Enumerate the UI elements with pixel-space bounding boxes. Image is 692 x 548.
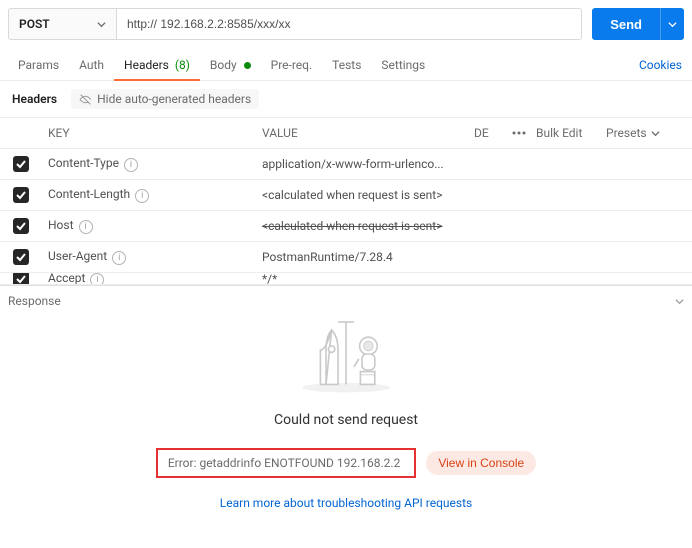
row-checkbox[interactable] xyxy=(0,156,42,172)
col-key-header: KEY xyxy=(42,126,256,140)
tab-settings[interactable]: Settings xyxy=(371,50,435,80)
tab-headers-label: Headers xyxy=(124,58,169,72)
row-key[interactable]: Content-Typei xyxy=(42,156,256,172)
learn-more-link[interactable]: Learn more about troubleshooting API req… xyxy=(8,496,684,510)
col-value-header: VALUE xyxy=(256,126,470,140)
view-in-console-button[interactable]: View in Console xyxy=(426,451,536,475)
headers-subtitle: Headers xyxy=(12,92,57,106)
row-key[interactable]: Hosti xyxy=(42,218,256,234)
row-key[interactable]: User-Agenti xyxy=(42,249,256,265)
row-checkbox[interactable] xyxy=(0,273,42,285)
http-method-label: POST xyxy=(19,17,50,31)
send-button-group: Send xyxy=(592,8,684,40)
hide-autogen-label: Hide auto-generated headers xyxy=(97,92,251,106)
chevron-down-icon[interactable] xyxy=(675,297,684,306)
presets-button[interactable]: Presets xyxy=(600,126,692,140)
row-key[interactable]: Content-Lengthi xyxy=(42,187,256,203)
row-value[interactable]: <calculated when request is sent> xyxy=(256,188,470,202)
response-header: Response xyxy=(8,292,684,314)
row-value[interactable]: */* xyxy=(256,273,470,285)
send-button[interactable]: Send xyxy=(592,8,660,40)
checkbox-checked-icon xyxy=(13,156,29,172)
response-title: Could not send request xyxy=(8,412,684,428)
eye-off-icon xyxy=(79,93,92,106)
chevron-down-icon xyxy=(97,20,106,29)
cookies-link[interactable]: Cookies xyxy=(637,50,684,80)
headers-table: KEY VALUE DE Bulk Edit Presets Content-T… xyxy=(0,117,692,285)
checkbox-checked-icon xyxy=(13,218,29,234)
row-key[interactable]: Accepti xyxy=(42,273,256,285)
table-row: Content-Typei application/x-www-form-url… xyxy=(0,149,692,180)
request-tabs: Params Auth Headers (8) Body Pre-req. Te… xyxy=(0,44,692,81)
headers-table-head: KEY VALUE DE Bulk Edit Presets xyxy=(0,118,692,149)
tab-body[interactable]: Body xyxy=(200,50,261,80)
response-error-box: Error: getaddrinfo ENOTFOUND 192.168.2.2 xyxy=(156,448,417,478)
row-checkbox[interactable] xyxy=(0,187,42,203)
row-checkbox[interactable] xyxy=(0,249,42,265)
row-value[interactable]: PostmanRuntime/7.28.4 xyxy=(256,250,470,264)
info-icon: i xyxy=(90,273,104,285)
table-row: Accepti */* xyxy=(0,273,692,285)
send-options-button[interactable] xyxy=(660,8,684,40)
chevron-down-icon xyxy=(651,129,660,138)
tab-auth[interactable]: Auth xyxy=(69,50,114,80)
response-illustration xyxy=(8,314,684,394)
tab-prereq[interactable]: Pre-req. xyxy=(261,50,323,80)
hide-autogen-toggle[interactable]: Hide auto-generated headers xyxy=(71,89,259,109)
col-desc-header: DE xyxy=(470,126,502,140)
bulk-edit-button[interactable]: Bulk Edit xyxy=(536,126,600,140)
row-checkbox[interactable] xyxy=(0,218,42,234)
tab-headers[interactable]: Headers (8) xyxy=(114,50,200,80)
tab-tests[interactable]: Tests xyxy=(322,50,371,80)
chevron-down-icon xyxy=(668,20,677,29)
info-icon: i xyxy=(79,220,93,234)
tab-params[interactable]: Params xyxy=(8,50,69,80)
tab-headers-count: (8) xyxy=(175,58,190,72)
url-input[interactable] xyxy=(116,8,582,40)
request-bar: POST Send xyxy=(0,0,692,44)
info-icon: i xyxy=(135,189,149,203)
row-value[interactable]: application/x-www-form-urlenco... xyxy=(256,157,470,171)
table-row: User-Agenti PostmanRuntime/7.28.4 xyxy=(0,242,692,273)
presets-label: Presets xyxy=(606,126,647,140)
checkbox-checked-icon xyxy=(13,249,29,265)
more-columns-button[interactable] xyxy=(502,131,536,135)
response-error-line: Error: getaddrinfo ENOTFOUND 192.168.2.2… xyxy=(8,448,684,478)
row-value[interactable]: <calculated when request is sent> xyxy=(256,219,470,233)
headers-table-body: Content-Typei application/x-www-form-url… xyxy=(0,149,692,285)
http-method-select[interactable]: POST xyxy=(8,8,116,40)
rocket-astronaut-icon xyxy=(281,314,411,394)
ellipsis-icon xyxy=(512,131,526,135)
body-active-dot-icon xyxy=(244,62,251,69)
tab-body-label: Body xyxy=(210,58,237,72)
response-area: Response Could not send request Error: g… xyxy=(0,285,692,510)
table-row: Hosti <calculated when request is sent> xyxy=(0,211,692,242)
info-icon: i xyxy=(112,251,126,265)
table-row: Content-Lengthi <calculated when request… xyxy=(0,180,692,211)
error-host: 192.168.2.2 xyxy=(337,456,400,470)
info-icon: i xyxy=(124,158,138,172)
response-label: Response xyxy=(8,294,61,308)
checkbox-checked-icon xyxy=(13,273,29,285)
checkbox-checked-icon xyxy=(13,187,29,203)
headers-subbar: Headers Hide auto-generated headers xyxy=(0,81,692,117)
error-prefix: Error: getaddrinfo ENOTFOUND xyxy=(168,456,334,470)
